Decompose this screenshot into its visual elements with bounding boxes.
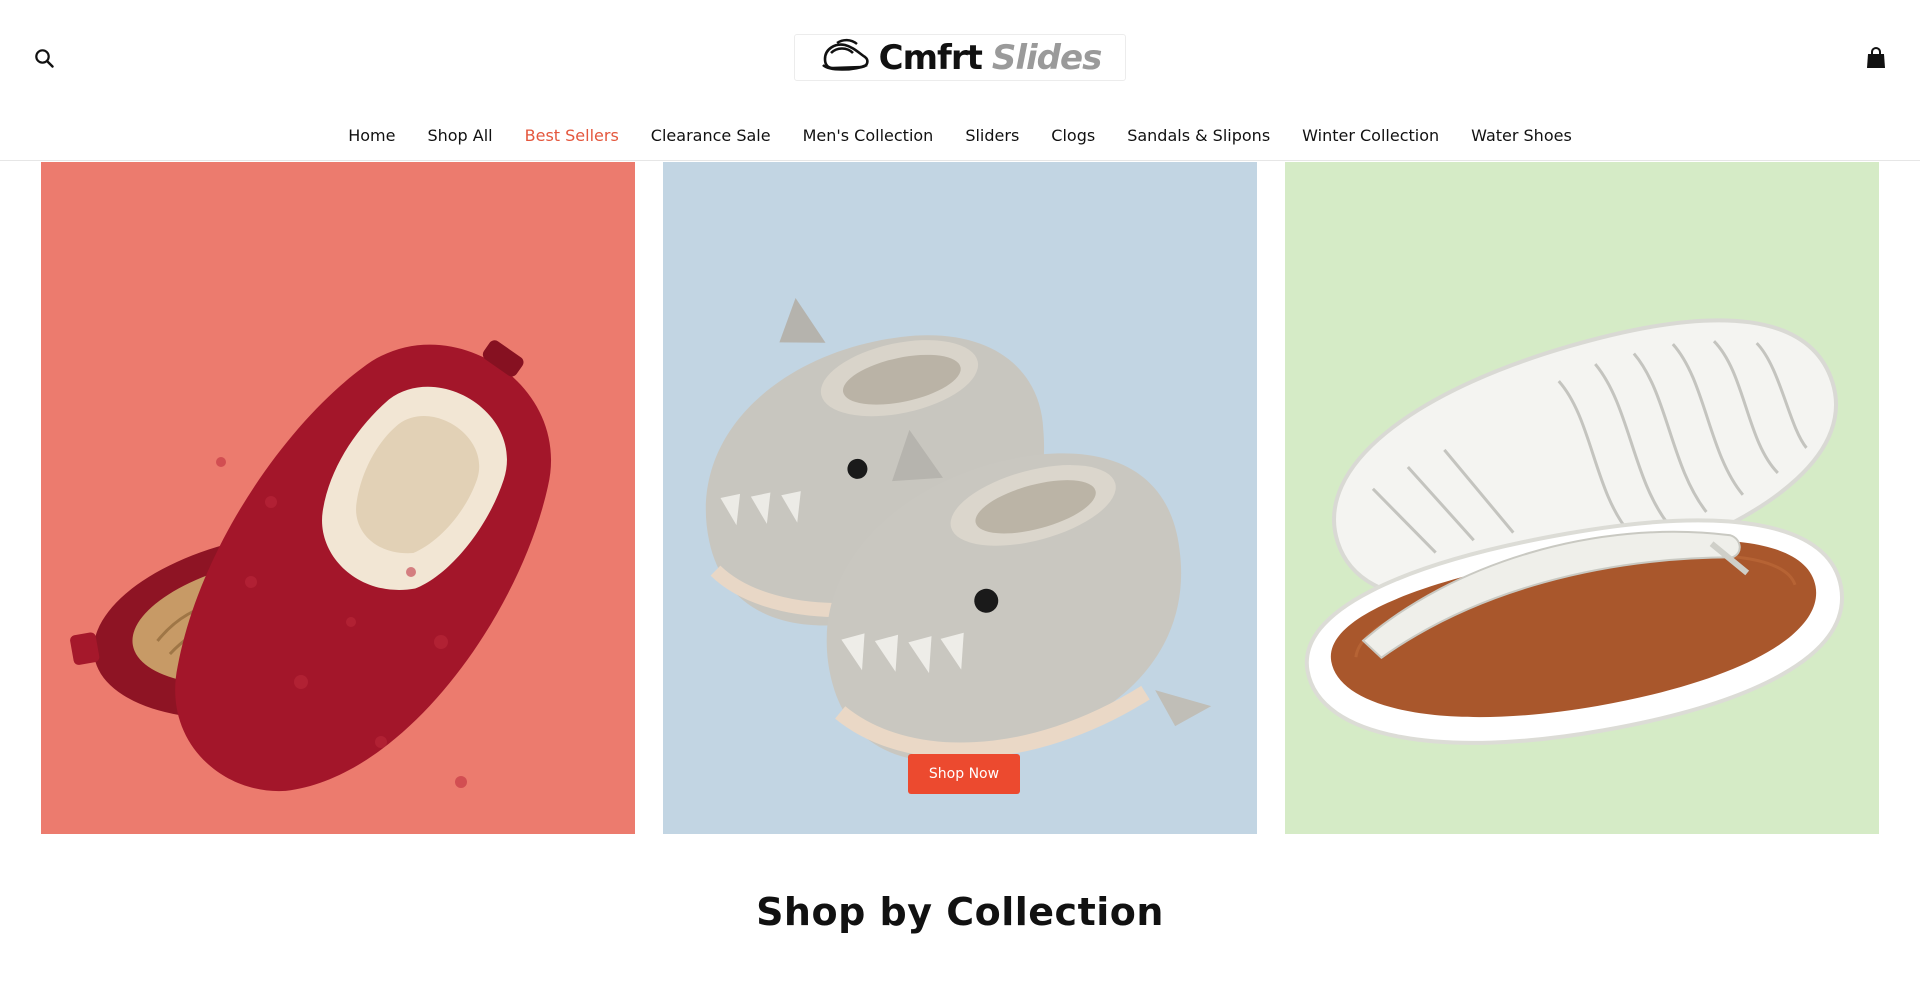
nav-item-shop-all[interactable]: Shop All: [427, 126, 492, 145]
slipper-icon: [819, 35, 871, 80]
nav-item-sliders[interactable]: Sliders: [965, 126, 1019, 145]
hero-panel-flip-flops[interactable]: [1285, 162, 1879, 834]
nav-item-sandals-slipons[interactable]: Sandals & Slipons: [1127, 126, 1270, 145]
main-nav: Home Shop All Best Sellers Clearance Sal…: [0, 126, 1920, 145]
nav-item-water-shoes[interactable]: Water Shoes: [1471, 126, 1572, 145]
nav-item-best-sellers[interactable]: Best Sellers: [525, 126, 619, 145]
shopping-bag-icon[interactable]: [1860, 42, 1892, 74]
search-icon[interactable]: [28, 42, 60, 74]
nav-item-clearance-sale[interactable]: Clearance Sale: [651, 126, 771, 145]
white-flip-flops-image: [1285, 162, 1879, 834]
site-header: Cmfrt Slides Home Shop All Best Sellers C…: [0, 0, 1920, 161]
logo-word-slides: Slides: [991, 37, 1102, 78]
nav-item-clogs[interactable]: Clogs: [1051, 126, 1095, 145]
shop-by-collection-heading: Shop by Collection: [756, 890, 1164, 934]
red-fleece-slippers-image: [41, 162, 635, 834]
shop-now-button[interactable]: Shop Now: [908, 754, 1020, 794]
logo-word-cmfrt: Cmfrt: [878, 37, 983, 78]
nav-item-mens-collection[interactable]: Men's Collection: [803, 126, 934, 145]
hero-banner: Shop Now: [41, 162, 1880, 834]
hero-panel-shark-slides[interactable]: Shop Now: [663, 162, 1257, 834]
hero-panel-red-slippers[interactable]: [41, 162, 635, 834]
nav-item-home[interactable]: Home: [348, 126, 395, 145]
nav-item-winter-collection[interactable]: Winter Collection: [1302, 126, 1439, 145]
site-logo[interactable]: Cmfrt Slides: [794, 34, 1126, 81]
grey-shark-slides-image: [663, 162, 1257, 834]
